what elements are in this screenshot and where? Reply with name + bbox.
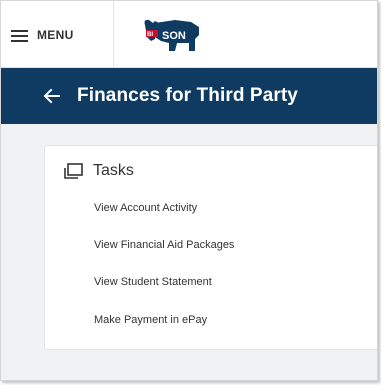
task-link-make-payment-epay[interactable]: Make Payment in ePay (94, 314, 207, 326)
back-arrow-icon[interactable] (41, 85, 63, 107)
svg-text:SON: SON (162, 30, 186, 42)
page-title: Finances for Third Party (77, 85, 298, 106)
task-link-view-account-activity[interactable]: View Account Activity (94, 202, 197, 214)
hamburger-icon (11, 29, 28, 42)
windows-icon (64, 162, 83, 179)
task-link-view-financial-aid-packages[interactable]: View Financial Aid Packages (94, 239, 234, 251)
tasks-card-header: Tasks (63, 162, 134, 180)
task-link-view-student-statement[interactable]: View Student Statement (94, 276, 212, 288)
page-header: Finances for Third Party (1, 68, 377, 124)
svg-text:BI: BI (147, 32, 153, 38)
bison-logo[interactable]: SON BI (141, 17, 203, 55)
top-bar: MENU SON BI (1, 1, 377, 68)
tasks-card: Tasks View Account Activity View Financi… (44, 145, 377, 350)
app-window: MENU SON BI Finances for Third Party Tas… (0, 0, 378, 381)
menu-button[interactable]: MENU (11, 21, 74, 49)
topbar-divider (113, 1, 114, 68)
menu-label: MENU (37, 28, 74, 42)
tasks-title: Tasks (93, 162, 134, 179)
